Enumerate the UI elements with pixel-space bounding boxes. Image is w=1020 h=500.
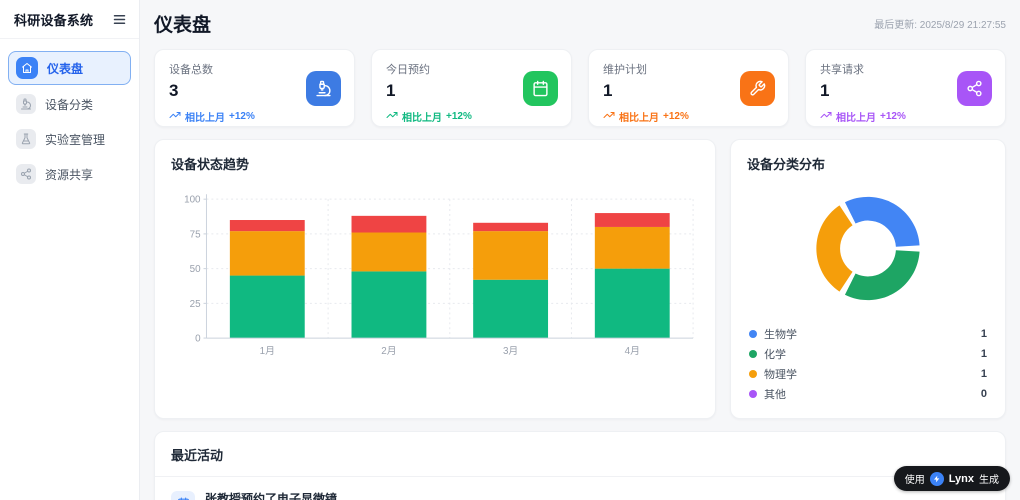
legend-label: 物理学 — [764, 369, 797, 381]
home-icon — [16, 57, 38, 79]
sidebar-item-dashboard[interactable]: 仪表盘 — [8, 51, 131, 85]
stat-trend-delta: +12% — [880, 111, 906, 122]
stat-trend-delta: +12% — [446, 111, 472, 122]
stat-trend-label: 相比上月 — [836, 113, 876, 124]
wrench-icon — [740, 71, 775, 106]
stat-card-maintenance-plans: 维护计划 1 相比上月 +12% — [588, 49, 789, 127]
stat-trend-delta: +12% — [663, 111, 689, 122]
status-trend-card: 设备状态趋势 1月 2月 3月 4月 0 25 50 75 100 — [154, 139, 716, 419]
legend-value: 1 — [980, 368, 987, 380]
legend-row: 物理学 1 — [747, 364, 989, 384]
sidebar-nav: 仪表盘设备分类实验室管理资源共享 — [0, 39, 139, 205]
sidebar-item-label: 仪表盘 — [47, 61, 84, 76]
legend-row: 生物学 1 — [747, 324, 989, 344]
stat-trend: 相比上月 +12% — [820, 109, 991, 124]
sidebar-header: 科研设备系统 — [0, 0, 139, 39]
charts-row: 设备状态趋势 1月 2月 3月 4月 0 25 50 75 100 设备分类分布 生物学 1 化学 1… — [154, 139, 1006, 419]
trending-up-icon — [169, 109, 181, 124]
svg-text:4月: 4月 — [625, 345, 640, 357]
stat-card-total-equipment: 设备总数 3 相比上月 +12% — [154, 49, 355, 127]
status-trend-bar-chart: 1月 2月 3月 4月 0 25 50 75 100 — [184, 194, 694, 357]
category-distribution-title: 设备分类分布 — [747, 157, 826, 172]
page-title: 仪表盘 — [154, 15, 212, 36]
calendar-icon — [523, 71, 558, 106]
stat-card-today-bookings: 今日预约 1 相比上月 +12% — [371, 49, 572, 127]
app-title: 科研设备系统 — [14, 13, 94, 28]
legend-label: 生物学 — [764, 329, 797, 341]
last-updated-text: 最后更新: 2025/8/29 21:27:55 — [874, 20, 1006, 31]
lynx-badge-brand: Lynx — [948, 472, 974, 485]
legend-dot — [749, 370, 757, 378]
sidebar-item-equipment-categories[interactable]: 设备分类 — [8, 88, 131, 120]
recent-activity-card: 最近活动 张教授预约了电子显微镜10分钟前 — [154, 431, 1006, 500]
flask-icon — [16, 129, 36, 149]
activity-list: 张教授预约了电子显微镜10分钟前 — [171, 490, 989, 500]
svg-text:3月: 3月 — [503, 345, 518, 357]
sidebar-item-lab-management[interactable]: 实验室管理 — [8, 123, 131, 155]
calendar-icon — [171, 491, 195, 500]
legend-dot — [749, 390, 757, 398]
trending-up-icon — [820, 109, 832, 124]
legend-label: 其他 — [764, 389, 786, 401]
lynx-badge-prefix: 使用 — [904, 475, 925, 486]
legend-dot — [749, 330, 757, 338]
stat-trend-label: 相比上月 — [185, 113, 225, 124]
category-distribution-card: 设备分类分布 生物学 1 化学 1 物理学 1 其他 0 — [730, 139, 1006, 419]
trending-up-icon — [603, 109, 615, 124]
divider — [155, 476, 1005, 477]
activity-item-text: 张教授预约了电子显微镜 — [205, 492, 338, 500]
stat-trend: 相比上月 +12% — [386, 109, 557, 124]
share-icon — [16, 164, 36, 184]
sidebar-item-label: 资源共享 — [45, 167, 94, 182]
svg-text:25: 25 — [190, 299, 201, 310]
stats-row: 设备总数 3 相比上月 +12% 今日预约 1 相比上月 +12% 维护计划 1 相比上月 +12% 共… — [154, 49, 1006, 127]
stat-trend-label: 相比上月 — [402, 113, 442, 124]
share-icon — [957, 71, 992, 106]
svg-text:75: 75 — [190, 229, 201, 240]
trending-up-icon — [386, 109, 398, 124]
lynx-badge[interactable]: 使用 Lynx 生成 — [893, 466, 1010, 491]
activity-item-body: 张教授预约了电子显微镜10分钟前 — [205, 490, 337, 500]
app-root: 科研设备系统 仪表盘设备分类实验室管理资源共享 仪表盘 最后更新: 2025/8… — [0, 0, 1020, 500]
sidebar-item-label: 设备分类 — [45, 97, 94, 112]
category-donut-chart — [816, 196, 920, 301]
microscope-icon — [16, 94, 36, 114]
menu-icon[interactable] — [112, 12, 127, 27]
svg-text:0: 0 — [195, 334, 201, 345]
lynx-badge-suffix: 生成 — [979, 475, 999, 486]
sidebar-item-resource-sharing[interactable]: 资源共享 — [8, 158, 131, 190]
sidebar-item-label: 实验室管理 — [45, 132, 106, 147]
microscope-icon — [306, 71, 341, 106]
legend-label: 化学 — [764, 349, 786, 361]
stat-trend: 相比上月 +12% — [169, 109, 340, 124]
svg-text:50: 50 — [190, 264, 201, 275]
svg-text:2月: 2月 — [381, 345, 396, 357]
activity-item: 张教授预约了电子显微镜10分钟前 — [171, 490, 989, 500]
svg-text:1月: 1月 — [260, 345, 275, 357]
status-trend-title: 设备状态趋势 — [171, 157, 250, 172]
legend-row: 其他 0 — [747, 384, 989, 404]
stat-trend-label: 相比上月 — [619, 113, 659, 124]
stat-trend: 相比上月 +12% — [603, 109, 774, 124]
donut-legend: 生物学 1 化学 1 物理学 1 其他 0 — [747, 324, 989, 404]
legend-value: 1 — [980, 348, 987, 360]
lightning-icon — [929, 471, 944, 486]
legend-value: 1 — [980, 328, 987, 340]
stat-trend-delta: +12% — [229, 111, 255, 122]
page-header: 仪表盘 最后更新: 2025/8/29 21:27:55 — [154, 10, 1006, 37]
legend-dot — [749, 350, 757, 358]
legend-row: 化学 1 — [747, 344, 989, 364]
recent-activity-title: 最近活动 — [171, 448, 224, 463]
stat-card-share-requests: 共享请求 1 相比上月 +12% — [805, 49, 1006, 127]
main-content: 仪表盘 最后更新: 2025/8/29 21:27:55 设备总数 3 相比上月 +1… — [140, 0, 1020, 500]
legend-value: 0 — [980, 388, 987, 400]
svg-text:100: 100 — [184, 195, 201, 206]
sidebar: 科研设备系统 仪表盘设备分类实验室管理资源共享 — [0, 0, 140, 500]
